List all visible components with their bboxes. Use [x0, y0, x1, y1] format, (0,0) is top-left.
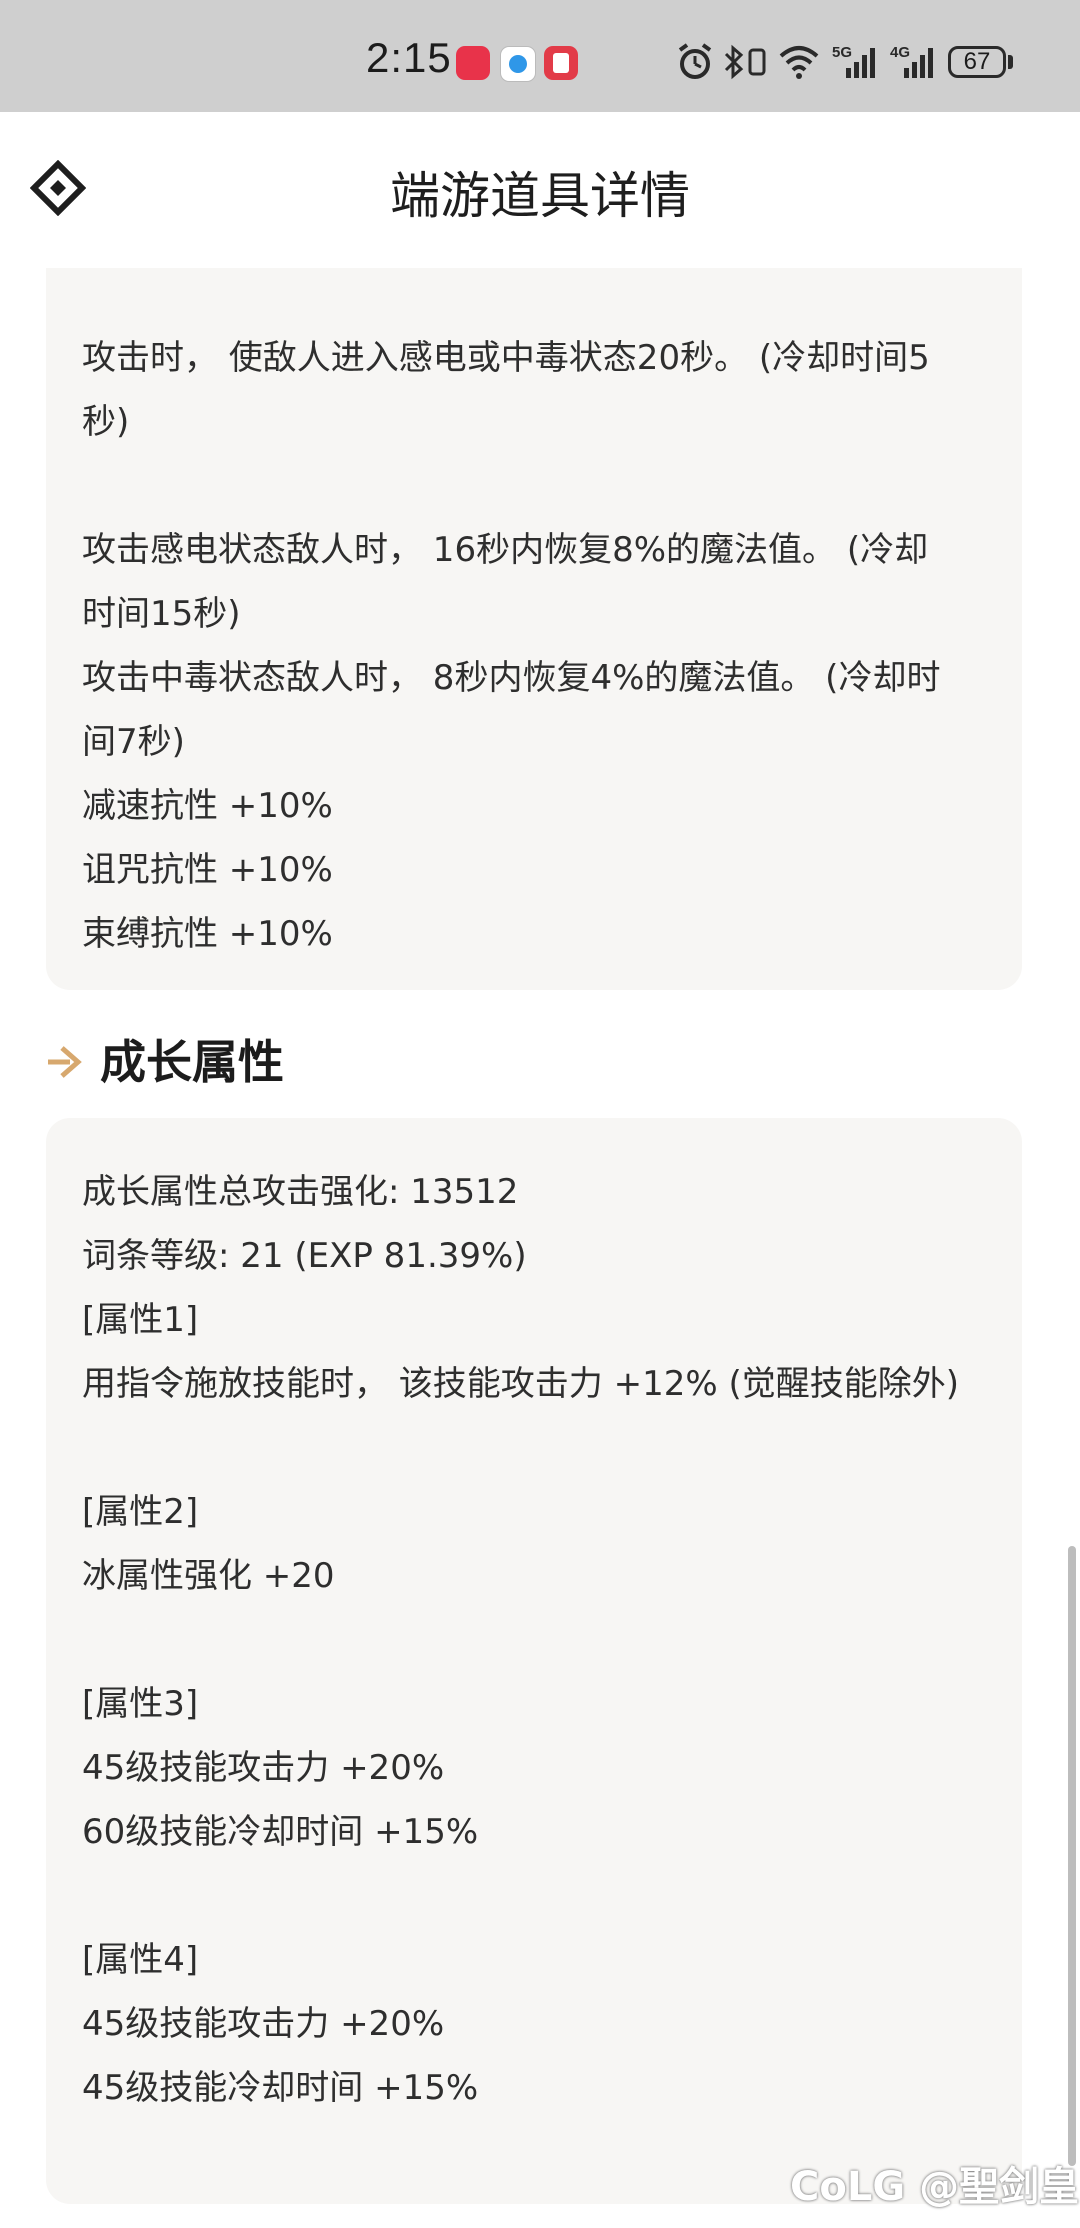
arrow-right-icon	[48, 1046, 82, 1078]
battery-icon: 67	[948, 46, 1006, 78]
attribute-line: 成长属性总攻击强化: 13512	[82, 1172, 519, 1212]
effect-line: 攻击时， 使敌人进入感电或中毒状态20秒。 (冷却时间5	[82, 338, 930, 378]
vibrate-icon	[748, 48, 766, 76]
status-bar: 2:15 5G 4G 67	[0, 0, 1080, 112]
watermark: CoLG @聖剑皇	[790, 2164, 1080, 2210]
status-time: 2:15	[366, 34, 452, 81]
bluetooth-icon	[724, 44, 744, 80]
signal-4g-icon	[904, 48, 933, 78]
effect-line: 攻击感电状态敌人时， 16秒内恢复8%的魔法值。 (冷却	[82, 530, 929, 570]
effect-line: 束缚抗性 +10%	[82, 914, 333, 954]
effect-line: 秒)	[82, 402, 130, 442]
attribute-line: 冰属性强化 +20	[82, 1556, 335, 1596]
attribute-line: 45级技能冷却时间 +15%	[82, 2068, 479, 2108]
effect-line: 减速抗性 +10%	[82, 786, 333, 826]
battery-tip	[1008, 55, 1013, 69]
app-red-book-icon	[544, 46, 578, 80]
scrollbar[interactable]	[1068, 1546, 1076, 2166]
attribute-line: [属性1]	[82, 1300, 199, 1340]
effect-card: 攻击时， 使敌人进入感电或中毒状态20秒。 (冷却时间5 秒) 攻击感电状态敌人…	[46, 268, 1022, 990]
alarm-icon	[678, 43, 712, 79]
effect-line: 诅咒抗性 +10%	[82, 850, 333, 890]
attribute-line: 60级技能冷却时间 +15%	[82, 1812, 479, 1852]
app-red-icon	[456, 46, 490, 80]
attribute-line: [属性2]	[82, 1492, 199, 1532]
page-title: 端游道具详情	[390, 167, 690, 225]
app-header: 端游道具详情	[0, 112, 1080, 268]
wifi-icon	[779, 46, 819, 79]
attribute-line: 用指令施放技能时， 该技能攻击力 +12% (觉醒技能除外)	[82, 1364, 960, 1404]
effect-line: 间7秒)	[82, 722, 185, 762]
section-title: 成长属性	[100, 1035, 284, 1089]
growth-attributes-card: 成长属性总攻击强化: 13512 词条等级: 21 (EXP 81.39%) […	[46, 1118, 1022, 2204]
attribute-line: 45级技能攻击力 +20%	[82, 1748, 445, 1788]
effect-line: 时间15秒)	[82, 594, 241, 634]
app-blue-icon	[500, 46, 536, 82]
attribute-line: [属性3]	[82, 1684, 199, 1724]
attribute-line: 词条等级: 21 (EXP 81.39%)	[82, 1236, 527, 1276]
effect-line: 攻击中毒状态敌人时， 8秒内恢复4%的魔法值。 (冷却时	[82, 658, 941, 698]
attribute-line: 45级技能攻击力 +20%	[82, 2004, 445, 2044]
attribute-line: [属性4]	[82, 1940, 199, 1980]
signal-5g-icon	[846, 48, 875, 78]
